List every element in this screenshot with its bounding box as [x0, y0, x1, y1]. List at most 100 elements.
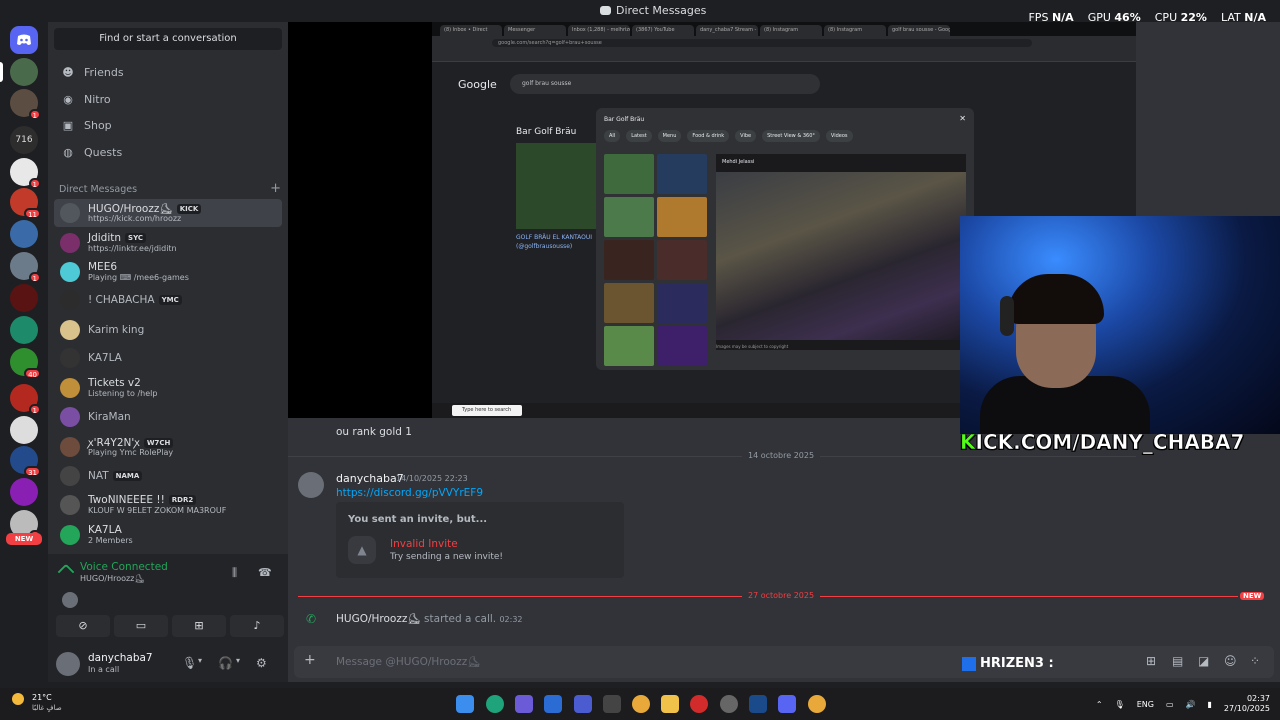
nav-nitro[interactable]: ◉ Nitro	[54, 87, 282, 111]
author-avatar[interactable]	[298, 472, 324, 498]
start-icon[interactable]	[456, 695, 474, 713]
language-indicator[interactable]: ENG	[1137, 700, 1154, 709]
browser-tab: (8) Instagram	[824, 25, 886, 36]
invalid-invite-icon: ▲	[348, 536, 376, 564]
message-composer[interactable]: + Message @HUGO/Hroozz⛸ ⊞ ▤ ◪ ☺ ⁘	[294, 646, 1274, 678]
gift-icon[interactable]: ⊞	[1146, 654, 1160, 668]
dm-item[interactable]: MEE6 Playing ⌨ /mee6-games	[54, 258, 282, 286]
battery-icon[interactable]: ▮	[1207, 700, 1211, 709]
mic-icon[interactable]: 🎙	[1115, 700, 1125, 709]
streamer-hair	[1008, 274, 1104, 324]
file-explorer-icon[interactable]	[661, 695, 679, 713]
voice-status: Voice Connected	[80, 561, 168, 573]
title-bar: Direct Messages FPS N/A GPU 46% CPU 22% …	[0, 0, 1280, 24]
weather-widget[interactable]: 21°C صافٍ غالبًا	[12, 693, 62, 712]
dm-item[interactable]: ! CHABACHA YMC	[54, 286, 282, 314]
invite-link[interactable]: https://discord.gg/pVVYrEF9	[336, 487, 483, 499]
kick-logo-icon	[962, 656, 976, 671]
store-icon[interactable]	[544, 695, 562, 713]
edge-icon[interactable]	[486, 695, 504, 713]
nav-quests[interactable]: ◍ Quests	[54, 140, 282, 164]
soundboard-button[interactable]: ♪	[230, 615, 284, 637]
message-author[interactable]: danychaba7	[336, 472, 404, 485]
server-icon[interactable]: 716	[10, 126, 38, 154]
server-icon[interactable]: 11	[10, 188, 41, 219]
app-icon[interactable]	[574, 695, 592, 713]
invite-title: Invalid Invite	[390, 538, 458, 550]
emoji-icon[interactable]: ☺	[1224, 654, 1238, 668]
apps-icon[interactable]: ⁘	[1250, 654, 1264, 668]
dm-item[interactable]: TwoNINEEEE !! RDR2 KLOUF W 9ELET ZOKOM MA3…	[54, 491, 282, 519]
clock[interactable]: 02:37 27/10/2025	[1224, 694, 1270, 714]
server-icon[interactable]	[10, 284, 38, 312]
mic-icon[interactable]: 🎙	[182, 656, 197, 670]
dm-item[interactable]: Karim king	[54, 316, 282, 344]
filter-chip: Vibe	[735, 130, 757, 142]
result-image	[516, 143, 596, 229]
desktop: Direct Messages FPS N/A GPU 46% CPU 22% …	[0, 0, 1280, 720]
server-icon[interactable]	[10, 316, 38, 344]
attach-button[interactable]: +	[304, 652, 316, 668]
network-icon[interactable]: ▭	[1166, 700, 1174, 709]
chrome-icon[interactable]	[632, 695, 650, 713]
home-button[interactable]	[10, 26, 38, 54]
server-icon[interactable]: 1	[10, 384, 41, 415]
server-icon[interactable]: 1	[10, 89, 41, 120]
server-icon[interactable]: 31	[10, 446, 41, 477]
message-text: ou rank gold 1	[336, 426, 412, 438]
nav-shop[interactable]: ▣ Shop	[54, 113, 282, 137]
gif-icon[interactable]: ▤	[1172, 654, 1186, 668]
app-icon[interactable]	[720, 695, 738, 713]
create-dm-button[interactable]: +	[270, 182, 281, 195]
dm-item[interactable]: KA7LA 2 Members	[54, 521, 282, 549]
dm-item[interactable]: Tickets v2 Listening to /help	[54, 374, 282, 402]
app-icon[interactable]	[603, 695, 621, 713]
avatar	[60, 320, 80, 340]
nav-friends[interactable]: ☻ Friends	[54, 60, 282, 84]
dm-item[interactable]: NAT NAMA	[54, 462, 282, 490]
camera-off-button[interactable]: ⊘	[56, 615, 110, 637]
message-input[interactable]: Message @HUGO/Hroozz⛸	[336, 655, 481, 668]
disconnect-icon[interactable]: ☎	[258, 566, 272, 579]
screen-share-button[interactable]: ▭	[114, 615, 168, 637]
chevron-up-icon[interactable]: ⌃	[1096, 700, 1103, 709]
steam-icon[interactable]	[749, 695, 767, 713]
dm-item[interactable]: HUGO/Hroozz⛸ KICK https://kick.com/hroozz	[54, 199, 282, 227]
dm-item[interactable]: ꭗ'R4Y2N'ꭗ W7CH Playing Ymc RolePlay	[54, 433, 282, 461]
avatar	[60, 378, 80, 398]
server-icon[interactable]	[10, 478, 38, 506]
server-icon[interactable]	[10, 58, 38, 86]
filter-chip: Food & drink	[687, 130, 730, 142]
dm-status: Playing ⌨ /mee6-games	[88, 273, 189, 282]
chevron-down-icon[interactable]: ▾	[236, 656, 240, 665]
settings-icon[interactable]: ⚙	[256, 656, 267, 670]
noise-suppression-icon[interactable]: ⫼	[232, 566, 237, 580]
activities-button[interactable]: ⊞	[172, 615, 226, 637]
server-icon[interactable]: 40	[10, 348, 41, 379]
voice-channel[interactable]: HUGO/Hroozz⛸	[80, 574, 145, 583]
server-icon[interactable]	[10, 220, 38, 248]
chevron-down-icon[interactable]: ▾	[198, 656, 202, 665]
chrome-icon[interactable]	[808, 695, 826, 713]
server-tag: KICK	[176, 203, 202, 214]
server-icon[interactable]: 1	[10, 252, 41, 283]
headset-icon[interactable]: 🎧	[218, 656, 233, 670]
dm-item[interactable]: Jdiditn SYC https://linktr.ee/jdiditn	[54, 229, 282, 257]
avatar	[60, 290, 80, 310]
call-message: HUGO/Hroozz⛸ started a call. 02:32	[336, 613, 523, 625]
server-icon[interactable]	[10, 416, 38, 444]
conversation-search[interactable]: Find or start a conversation	[54, 28, 282, 50]
discord-taskbar-icon[interactable]	[778, 695, 796, 713]
copilot-icon[interactable]	[515, 695, 533, 713]
dm-item[interactable]: KA7LA	[54, 344, 282, 372]
user-avatar[interactable]	[56, 652, 80, 676]
opera-icon[interactable]	[690, 695, 708, 713]
sticker-icon[interactable]: ◪	[1198, 654, 1212, 668]
voice-panel: Voice Connected HUGO/Hroozz⛸ ⫼ ☎ ⊘ ▭ ⊞ ♪	[48, 554, 288, 646]
dm-item[interactable]: KiraMan	[54, 403, 282, 431]
server-icon[interactable]: 1	[10, 158, 41, 189]
new-badge: NEW	[1240, 592, 1265, 600]
windows-taskbar: 21°C صافٍ غالبًا ⌃ 🎙 ENG ▭ 🔊 ▮ 02:37 27/…	[0, 688, 1280, 720]
filter-chip: Menu	[657, 130, 682, 142]
volume-icon[interactable]: 🔊	[1186, 700, 1196, 709]
